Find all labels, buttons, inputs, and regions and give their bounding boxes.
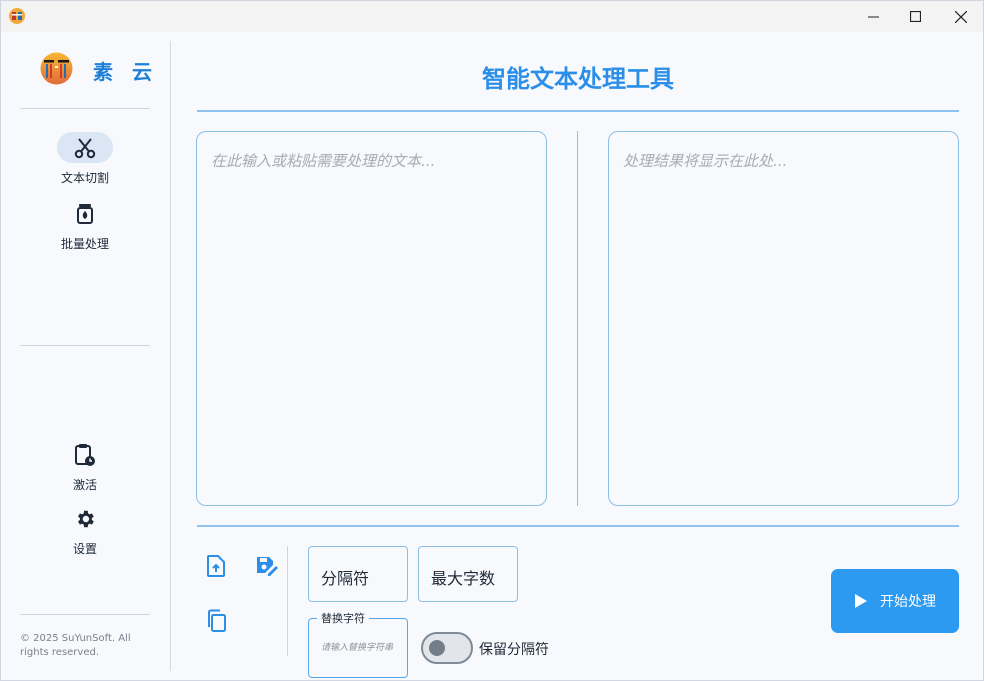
sidebar-divider <box>20 614 150 615</box>
toolbar-divider <box>197 525 959 527</box>
gear-icon <box>78 510 94 527</box>
toggle-knob <box>429 640 445 656</box>
replace-input[interactable]: 替换字符 请输入替换字符串 <box>308 610 408 678</box>
minimize-icon <box>867 16 879 18</box>
sidebar-item-settings[interactable]: 设置 <box>35 503 135 557</box>
sidebar: 素 云 文本切割 批量处理 激活 设置 © 2025 SuYunSoft. Al… <box>1 32 170 680</box>
start-process-button[interactable]: 开始处理 <box>831 569 959 633</box>
nav-pill <box>57 439 113 470</box>
close-button[interactable] <box>938 1 984 32</box>
replace-label: 替换字符 <box>317 610 369 626</box>
start-button-label: 开始处理 <box>880 594 936 610</box>
nav-pill <box>57 503 113 534</box>
sidebar-item-activate[interactable]: 激活 <box>35 439 135 493</box>
app-logo-icon <box>9 8 25 24</box>
sidebar-divider <box>20 108 150 109</box>
sidebar-item-text-split[interactable]: 文本切割 <box>35 132 135 186</box>
sidebar-divider <box>20 345 150 346</box>
output-textarea[interactable]: 处理结果将显示在此处... <box>608 131 959 506</box>
copy-icon <box>208 609 226 632</box>
title-bar[interactable] <box>1 1 983 32</box>
save-file-button[interactable] <box>252 551 282 581</box>
page-title: 智能文本处理工具 <box>482 65 674 93</box>
close-icon <box>955 10 967 23</box>
brand-name: 素 云 <box>93 60 158 84</box>
copy-button[interactable] <box>201 606 231 636</box>
save-edit-icon <box>257 557 278 576</box>
play-icon <box>855 594 867 608</box>
minimize-button[interactable] <box>850 1 896 32</box>
brand-logo-icon <box>40 52 73 85</box>
sidebar-item-label: 激活 <box>72 478 97 492</box>
clipboard-clock-icon <box>75 443 95 466</box>
input-placeholder: 在此输入或粘贴需要处理的文本... <box>211 152 436 170</box>
maximize-icon <box>909 11 921 22</box>
file-upload-icon <box>207 555 225 577</box>
keep-separator-toggle[interactable] <box>421 632 473 664</box>
toolbar-separator <box>287 546 288 656</box>
scissors-icon <box>74 137 96 158</box>
copyright-text: © 2025 SuYunSoft. All rights reserved. <box>20 633 131 658</box>
keep-separator-label: 保留分隔符 <box>479 642 549 658</box>
input-textarea[interactable]: 在此输入或粘贴需要处理的文本... <box>196 131 547 506</box>
title-divider <box>197 110 959 112</box>
output-placeholder: 处理结果将显示在此处... <box>623 152 788 170</box>
replace-placeholder: 请输入替换字符串 <box>321 643 394 653</box>
maximize-button[interactable] <box>892 1 938 32</box>
sidebar-item-label: 文本切割 <box>60 171 109 185</box>
sidebar-item-batch[interactable]: 批量处理 <box>35 198 135 252</box>
sidebar-item-label: 设置 <box>72 542 97 556</box>
max-chars-field[interactable]: 最大字数 <box>418 546 518 602</box>
import-file-button[interactable] <box>201 551 231 581</box>
separator-field[interactable]: 分隔符 <box>308 546 408 602</box>
app-window: 素 云 文本切割 批量处理 激活 设置 © 2025 SuYunSoft. Al… <box>0 0 984 681</box>
editor-divider <box>577 131 578 506</box>
nav-pill <box>57 132 113 163</box>
batch-icon <box>77 203 93 224</box>
sidebar-border <box>170 41 171 671</box>
sidebar-item-label: 批量处理 <box>60 237 109 251</box>
nav-pill <box>57 198 113 229</box>
